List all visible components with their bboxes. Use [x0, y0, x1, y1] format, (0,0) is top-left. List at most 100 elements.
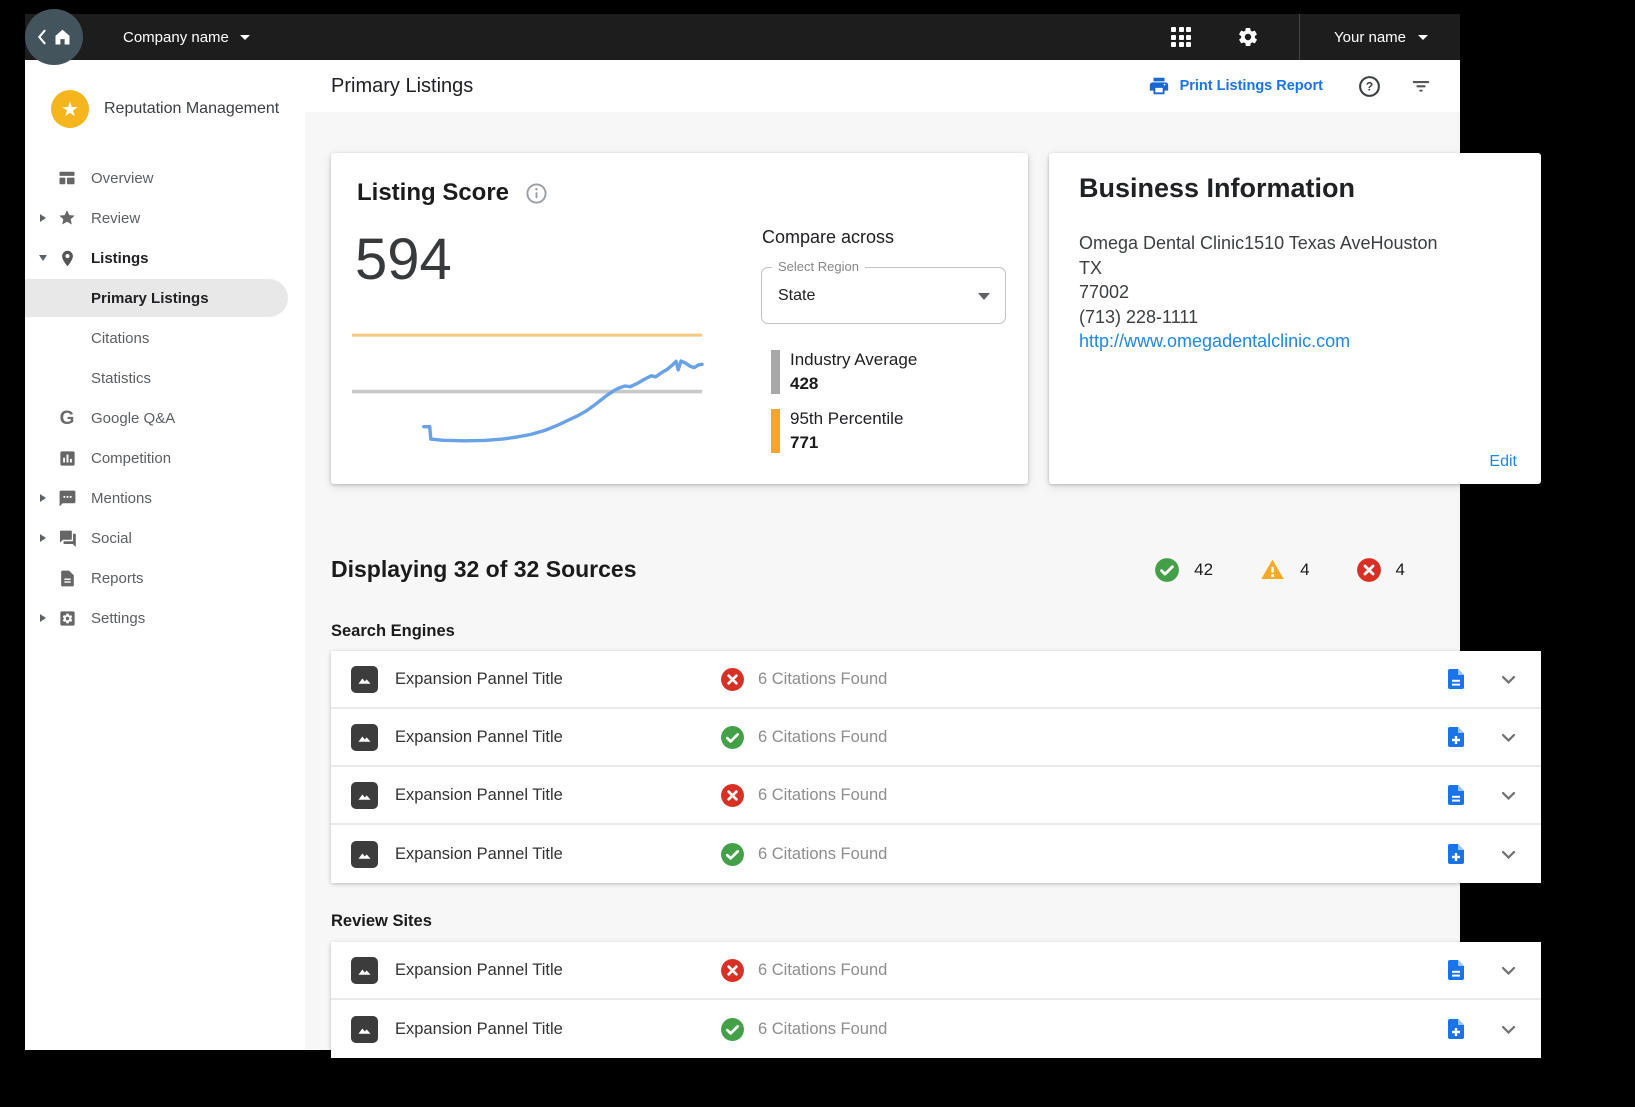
back-chevron-icon: [36, 28, 47, 46]
error-circle-icon: [720, 783, 745, 808]
listing-score-title: Listing Score: [357, 179, 548, 207]
chevron-down-icon[interactable]: [1498, 1019, 1519, 1040]
sidebar-item-google-qa[interactable]: G Google Q&A: [25, 398, 305, 438]
doc-lines-icon[interactable]: [1444, 667, 1468, 691]
check-circle-icon: [720, 842, 745, 867]
website-link[interactable]: http://www.omegadentalclinic.com: [1079, 331, 1350, 351]
group-title-review-sites: Review Sites: [331, 912, 432, 931]
comment-icon: [57, 488, 77, 508]
image-icon: [351, 957, 378, 984]
error-circle-icon: [720, 958, 745, 983]
check-circle-icon: [1154, 557, 1180, 583]
apps-grid-button[interactable]: [1171, 27, 1191, 47]
expansion-panel-row[interactable]: Expansion Pannel Title 6 Citations Found: [331, 767, 1541, 825]
image-icon: [351, 841, 378, 868]
print-report-button[interactable]: Print Listings Report: [1142, 74, 1329, 98]
svg-text:?: ?: [1366, 79, 1373, 93]
home-icon: [52, 27, 73, 48]
error-circle-icon: [1356, 557, 1382, 583]
chevron-down-icon[interactable]: [1498, 727, 1519, 748]
compare-across-label: Compare across: [762, 227, 894, 248]
edit-link[interactable]: Edit: [1489, 453, 1517, 471]
sidebar-item-review[interactable]: Review: [25, 198, 305, 238]
sidebar-item-competition[interactable]: Competition: [25, 438, 305, 478]
company-name-label: Company name: [123, 29, 229, 46]
chevron-down-icon[interactable]: [1498, 960, 1519, 981]
info-icon[interactable]: [525, 182, 548, 205]
filter-button[interactable]: [1410, 75, 1432, 97]
user-menu[interactable]: Your name: [1300, 29, 1460, 46]
region-select[interactable]: Select Region State: [761, 267, 1006, 324]
sidebar-item-primary-listings[interactable]: Primary Listings: [25, 279, 288, 317]
printer-icon: [1148, 75, 1170, 97]
sidebar: ★ Reputation Management Overview Review: [25, 60, 305, 1050]
screenshot-stage: Company name Your name: [0, 0, 1635, 1107]
sidebar-item-mentions[interactable]: Mentions: [25, 478, 305, 518]
caret-down-icon: [1418, 35, 1428, 40]
legend-swatch-gray: [771, 350, 780, 394]
home-nav: [25, 14, 95, 60]
address-line: Omega Dental Clinic1510 Texas AveHouston: [1079, 231, 1509, 256]
listing-score-chart: [350, 323, 704, 453]
page-title: Primary Listings: [331, 75, 473, 98]
business-info-title: Business Information: [1079, 173, 1355, 204]
status-badges: 42 4 4: [1108, 556, 1405, 583]
location-pin-icon: [57, 248, 77, 268]
chat-bubbles-icon: [57, 528, 77, 548]
region-select-label: Select Region: [772, 259, 865, 274]
sidebar-item-social[interactable]: Social: [25, 518, 305, 558]
expand-down-icon: [39, 255, 47, 261]
document-icon: [57, 568, 77, 588]
sidebar-item-reports[interactable]: Reports: [25, 558, 305, 598]
address-line: 77002: [1079, 280, 1509, 305]
doc-add-icon[interactable]: [1444, 725, 1468, 749]
expansion-panel-row[interactable]: Expansion Pannel Title 6 Citations Found: [331, 825, 1541, 883]
doc-add-icon[interactable]: [1444, 842, 1468, 866]
success-badge: 42: [1154, 557, 1213, 583]
app-logo: ★: [51, 90, 89, 128]
image-icon: [351, 666, 378, 693]
region-select-value: State: [778, 287, 815, 305]
sources-heading: Displaying 32 of 32 Sources: [331, 556, 637, 583]
expand-right-icon: [40, 494, 46, 502]
error-badge: 4: [1356, 557, 1405, 583]
legend-industry-average: Industry Average 428: [771, 350, 917, 394]
listing-score-value: 594: [355, 231, 452, 289]
sidebar-item-citations[interactable]: Citations: [25, 318, 305, 358]
filter-icon: [1410, 75, 1432, 97]
google-g-icon: G: [57, 408, 77, 428]
search-engines-panel-group: Expansion Pannel Title 6 Citations Found: [331, 651, 1541, 883]
doc-add-icon[interactable]: [1444, 1017, 1468, 1041]
expansion-panel-row[interactable]: Expansion Pannel Title 6 Citations Found: [331, 942, 1541, 1000]
image-icon: [351, 782, 378, 809]
group-title-search-engines: Search Engines: [331, 622, 455, 641]
legend-95th-percentile: 95th Percentile 771: [771, 409, 903, 453]
settings-gear-button[interactable]: [1237, 26, 1259, 48]
sidebar-item-overview[interactable]: Overview: [25, 158, 305, 198]
warning-triangle-icon: [1259, 556, 1286, 583]
chevron-down-icon[interactable]: [1498, 669, 1519, 690]
chevron-down-icon[interactable]: [1498, 844, 1519, 865]
page-toolbar: Primary Listings Print Listings Report ?: [305, 60, 1460, 112]
help-button[interactable]: ?: [1357, 74, 1382, 99]
expansion-panel-row[interactable]: Expansion Pannel Title 6 Citations Found: [331, 651, 1541, 709]
address-line: (713) 228-1111: [1079, 305, 1509, 330]
doc-lines-icon[interactable]: [1444, 958, 1468, 982]
sidebar-item-listings[interactable]: Listings: [25, 238, 305, 278]
caret-down-icon: [240, 35, 250, 40]
error-circle-icon: [720, 667, 745, 692]
doc-lines-icon[interactable]: [1444, 783, 1468, 807]
home-button[interactable]: [25, 9, 83, 65]
star-icon: ★: [61, 97, 79, 122]
sidebar-item-statistics[interactable]: Statistics: [25, 358, 305, 398]
chevron-down-icon[interactable]: [1498, 785, 1519, 806]
expansion-panel-row[interactable]: Expansion Pannel Title 6 Citations Found: [331, 1000, 1541, 1058]
app-title: Reputation Management: [104, 100, 279, 118]
listing-score-card: Listing Score 594 Compare across Select …: [331, 153, 1028, 484]
settings-box-icon: [57, 608, 77, 628]
review-sites-panel-group: Expansion Pannel Title 6 Citations Found: [331, 942, 1541, 1058]
sidebar-item-settings[interactable]: Settings: [25, 598, 305, 638]
company-selector[interactable]: Company name: [117, 28, 256, 47]
expansion-panel-row[interactable]: Expansion Pannel Title 6 Citations Found: [331, 709, 1541, 767]
business-info-card: Business Information Omega Dental Clinic…: [1049, 153, 1541, 484]
